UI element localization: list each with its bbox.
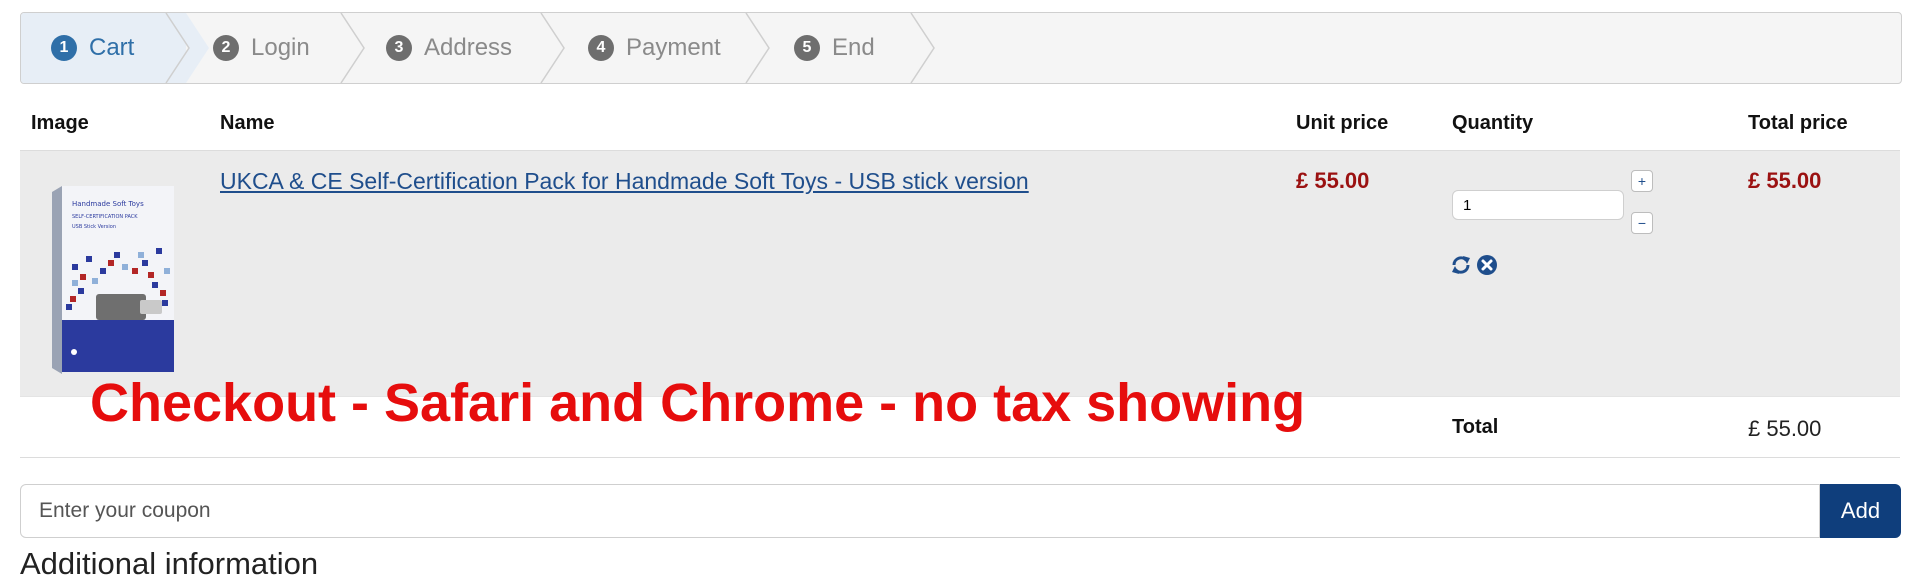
step-address[interactable]: 3 Address — [386, 13, 512, 83]
step-number: 3 — [386, 35, 412, 61]
step-login[interactable]: 2 Login — [213, 13, 310, 83]
product-image-subtitle: SELF-CERTIFICATION PACK — [72, 214, 138, 220]
checkout-steps: 1 Cart 2 Login 3 Address 4 Payment 5 End — [20, 12, 1902, 84]
step-label: Login — [251, 34, 310, 61]
step-number: 4 — [588, 35, 614, 61]
total-label: Total — [1452, 416, 1499, 438]
product-image[interactable]: Handmade Soft Toys SELF-CERTIFICATION PA… — [52, 178, 174, 374]
quantity-input[interactable] — [1452, 190, 1624, 220]
header-total-price: Total price — [1748, 112, 1848, 134]
header-image: Image — [31, 112, 89, 134]
total-value: £ 55.00 — [1748, 416, 1822, 441]
quantity-decrease-button[interactable]: − — [1631, 212, 1653, 234]
header-quantity: Quantity — [1452, 112, 1534, 134]
row-total-price: £ 55.00 — [1748, 168, 1822, 193]
step-payment[interactable]: 4 Payment — [588, 13, 721, 83]
step-number: 2 — [213, 35, 239, 61]
product-image-version: USB Stick Version — [72, 224, 116, 230]
step-number: 1 — [51, 35, 77, 61]
quantity-increase-button[interactable]: + — [1631, 170, 1653, 192]
coupon-input[interactable] — [20, 484, 1820, 538]
step-number: 5 — [794, 35, 820, 61]
overlay-caption: Checkout - Safari and Chrome - no tax sh… — [90, 373, 1306, 433]
header-unit-price: Unit price — [1296, 112, 1389, 134]
step-label: Payment — [626, 34, 721, 61]
step-end[interactable]: 5 End — [794, 13, 875, 83]
product-image-title: Handmade Soft Toys — [72, 200, 144, 208]
step-label: Address — [424, 34, 513, 61]
step-cart[interactable]: 1 Cart — [51, 13, 134, 83]
divider — [20, 457, 1900, 458]
unit-price: £ 55.00 — [1296, 168, 1370, 193]
step-label: Cart — [89, 34, 135, 61]
remove-icon[interactable] — [1476, 254, 1498, 276]
header-name: Name — [220, 112, 275, 134]
refresh-icon[interactable] — [1450, 254, 1472, 276]
add-coupon-button[interactable]: Add — [1820, 484, 1901, 538]
additional-information-heading: Additional information — [20, 546, 319, 581]
product-name-link[interactable]: UKCA & CE Self-Certification Pack for Ha… — [220, 168, 1029, 195]
step-label: End — [832, 34, 875, 61]
